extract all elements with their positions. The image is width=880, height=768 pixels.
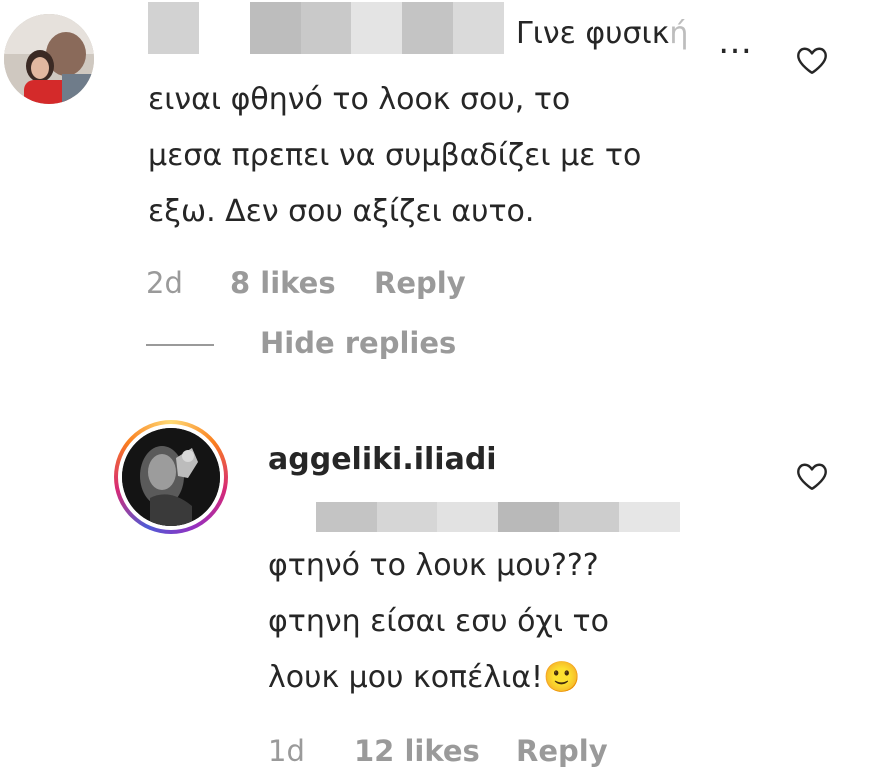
comment-text-lead-faded: ή (669, 16, 689, 51)
more-text-icon[interactable]: … (718, 22, 754, 62)
mention-redacted (316, 502, 681, 532)
heart-outline-icon[interactable] (794, 458, 830, 494)
reply-text-line: φτηνό το λουκ μου??? (268, 548, 599, 583)
hide-replies-button[interactable]: Hide replies (260, 326, 456, 360)
comment-text: ειναι φθηνό το λοοκ σου, το μεσα πρεπει … (148, 72, 768, 240)
reply-text: φτηνό το λουκ μου??? φτηνη είσαι εσυ όχι… (268, 538, 768, 706)
comment-text-lead: Γινε φυσική (516, 14, 726, 54)
reply-button[interactable]: Reply (516, 734, 608, 768)
comment-text-line: ειναι φθηνό το λοοκ σου, το (148, 82, 571, 117)
reply-button[interactable]: Reply (374, 266, 466, 300)
reply-author-avatar-image (122, 428, 220, 526)
commenter-avatar[interactable] (4, 14, 94, 104)
comment-timestamp[interactable]: 2d (146, 266, 183, 300)
commenter-avatar-image (4, 14, 94, 104)
reply-author-username[interactable]: aggeliki.iliadi (268, 442, 497, 477)
reply-likes-count[interactable]: 12 likes (354, 734, 480, 768)
story-ring[interactable] (114, 420, 228, 534)
comment-text-line: εξω. Δεν σου αξίζει αυτο. (148, 194, 535, 229)
reply-author-avatar[interactable] (122, 428, 220, 526)
reply-text-line: λουκ μου κοπέλια!🙂 (268, 660, 581, 695)
reply-text-line: φτηνη είσαι εσυ όχι το (268, 604, 609, 639)
comment-text-line: μεσα πρεπει να συμβαδίζει με το (148, 138, 642, 173)
comment-text-lead-visible: Γινε φυσικ (516, 16, 670, 51)
replies-divider-line (146, 344, 214, 346)
commenter-username-redacted (148, 2, 505, 54)
reply-timestamp[interactable]: 1d (268, 734, 305, 768)
comment-likes-count[interactable]: 8 likes (230, 266, 336, 300)
heart-outline-icon[interactable] (794, 42, 830, 78)
